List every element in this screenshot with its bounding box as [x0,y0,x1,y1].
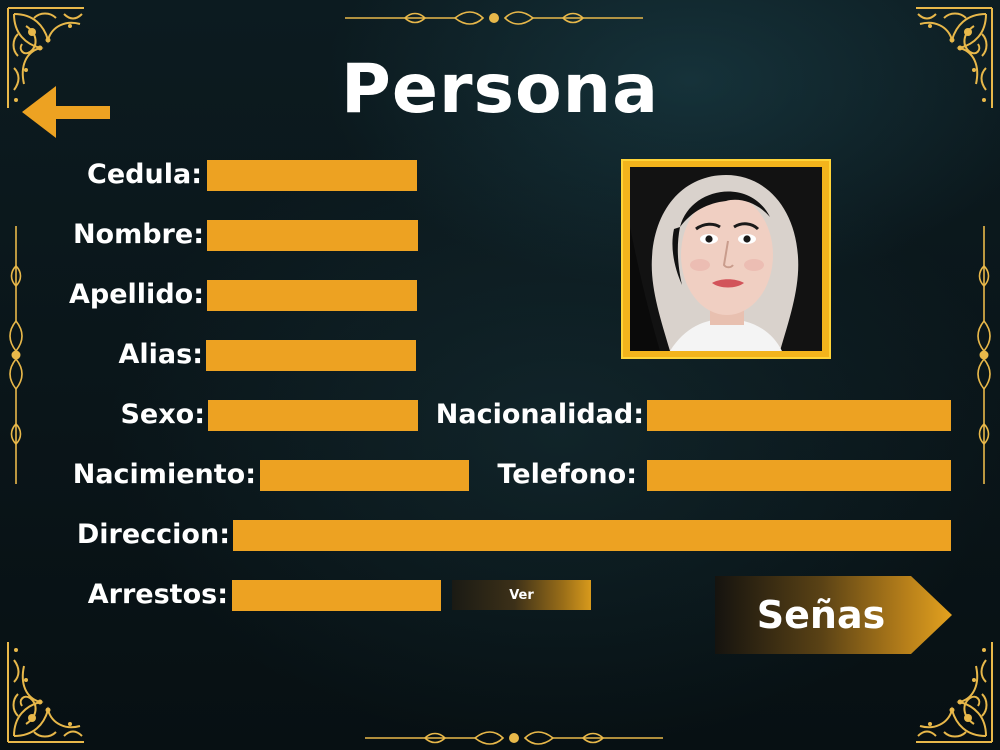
corner-ornament-bottom-left [7,642,84,743]
cedula-label: Cedula: [87,159,202,190]
sexo-label: Sexo: [120,399,205,430]
nombre-field[interactable] [207,220,418,251]
person-photo-image [630,167,822,351]
direccion-field[interactable] [233,520,951,551]
apellido-field[interactable] [207,280,417,311]
alias-field[interactable] [206,340,416,371]
arrestos-label: Arrestos: [87,579,228,610]
top-border-ornament [345,11,643,25]
telefono-label: Telefono: [497,459,637,490]
bottom-border-ornament [365,731,663,745]
apellido-label: Apellido: [69,279,204,310]
page-title: Persona [341,50,659,129]
nacimiento-label: Nacimiento: [72,459,256,490]
nacionalidad-field[interactable] [647,400,951,431]
senas-button-label: Señas [756,593,886,637]
right-border-ornament [977,226,991,484]
arrestos-field[interactable] [232,580,441,611]
direccion-label: Direccion: [76,519,230,550]
nacionalidad-label: Nacionalidad: [435,399,644,430]
cedula-field[interactable] [207,160,417,191]
person-photo [621,159,831,359]
nacimiento-field[interactable] [260,460,469,491]
nombre-label: Nombre: [72,219,204,250]
telefono-field[interactable] [647,460,951,491]
sexo-field[interactable] [208,400,418,431]
ver-arrestos-button[interactable]: Ver [452,580,591,610]
senas-button[interactable]: Señas [715,576,952,654]
alias-label: Alias: [118,339,204,370]
left-border-ornament [9,226,23,484]
